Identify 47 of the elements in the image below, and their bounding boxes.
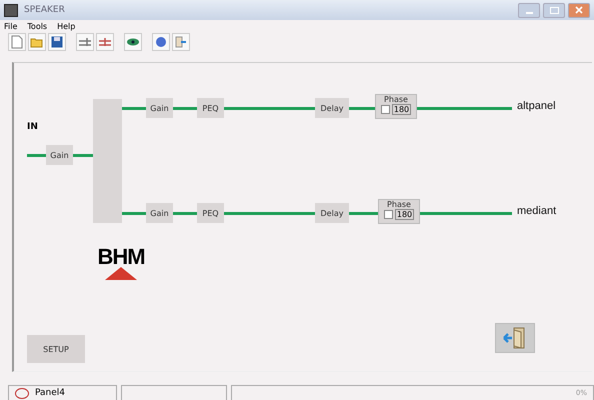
signal-line	[27, 154, 46, 157]
phase-checkbox[interactable]	[384, 210, 393, 219]
connector-icon[interactable]	[96, 33, 114, 51]
processing-block[interactable]: Gain	[146, 98, 173, 118]
status-circle-icon	[15, 388, 29, 398]
processing-block[interactable]: PEQ	[197, 98, 224, 118]
close-icon	[574, 6, 584, 14]
minimize-button[interactable]	[518, 2, 540, 18]
output-label: mediant	[517, 205, 556, 217]
app-icon	[4, 4, 18, 16]
exit-icon[interactable]	[172, 33, 190, 51]
signal-line	[173, 212, 197, 215]
output-label: altpanel	[517, 100, 556, 112]
phase-label: Phase	[384, 95, 408, 104]
window-title: SPEAKER	[24, 5, 65, 15]
signal-line	[349, 212, 378, 215]
logo-text: BHM	[97, 247, 145, 267]
setup-button[interactable]: SETUP	[27, 335, 85, 363]
exit-button[interactable]	[495, 323, 535, 353]
signal-line	[73, 154, 93, 157]
save-icon[interactable]	[48, 33, 66, 51]
phase-value: 180	[394, 209, 414, 220]
connector-icon[interactable]	[76, 33, 94, 51]
menu-item[interactable]: Help	[57, 22, 76, 30]
menu-item[interactable]: File	[4, 22, 18, 30]
phase-checkbox[interactable]	[380, 105, 390, 114]
processing-block[interactable]: Gain	[146, 203, 173, 223]
new-file-icon[interactable]	[8, 33, 26, 51]
close-button[interactable]	[568, 2, 590, 18]
input-label: IN	[27, 122, 38, 132]
eye-icon[interactable]	[124, 33, 142, 51]
signal-line	[173, 107, 197, 110]
status-text: Panel4	[35, 388, 66, 398]
processing-block[interactable]: Delay	[315, 203, 349, 223]
logo-triangle-icon	[105, 267, 137, 280]
menu-item[interactable]: Tools	[27, 22, 48, 30]
signal-line	[122, 107, 146, 110]
signal-line	[122, 212, 146, 215]
folder-icon[interactable]	[28, 33, 46, 51]
phase-label: Phase	[387, 200, 411, 209]
maximize-button[interactable]	[543, 2, 565, 18]
phase-value: 180	[392, 104, 412, 115]
help-icon[interactable]	[152, 33, 170, 51]
signal-line	[349, 107, 375, 110]
processing-block[interactable]: Delay	[315, 98, 349, 118]
processing-block[interactable]: PEQ	[197, 203, 224, 223]
gain-block[interactable]: Gain	[46, 145, 73, 165]
